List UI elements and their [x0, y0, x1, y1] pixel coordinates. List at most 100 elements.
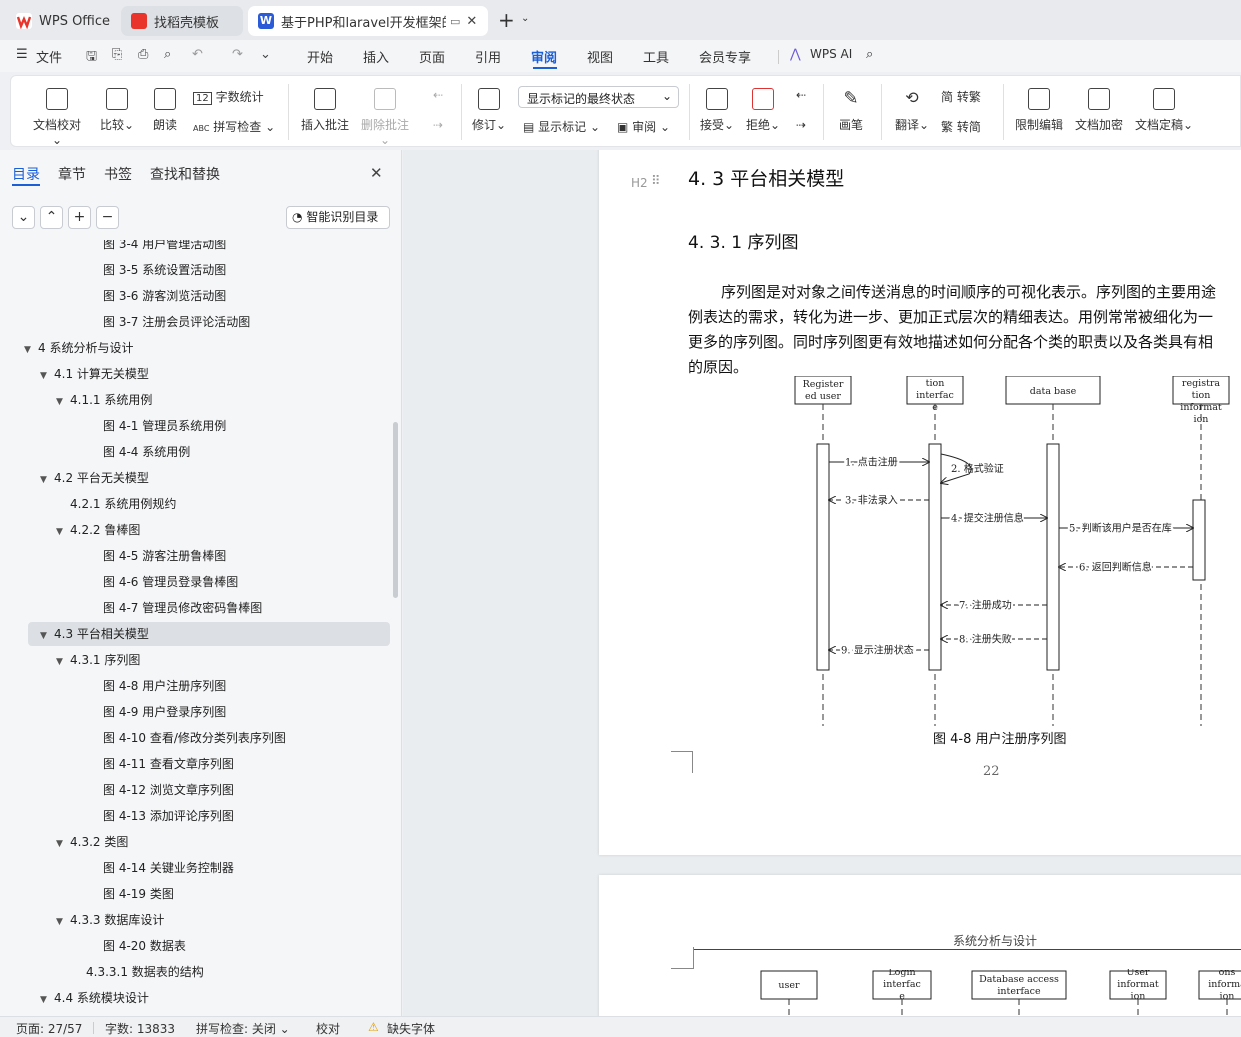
tab-toc[interactable]: 目录	[12, 164, 40, 184]
revise-button[interactable]: 修订⌄	[469, 88, 509, 133]
tab-find-replace[interactable]: 查找和替换	[150, 164, 220, 184]
remove-level-icon[interactable]: −	[96, 206, 119, 229]
finalize-button[interactable]: 文档定稿⌄	[1133, 88, 1195, 133]
toc-item[interactable]: 图 4-10 查看/修改分类列表序列图	[103, 726, 286, 750]
print-icon[interactable]: ⎙	[138, 47, 148, 62]
tab-list-chevron-icon[interactable]: ⌄	[521, 13, 529, 24]
toc-item[interactable]: 图 4-14 关键业务控制器	[103, 856, 234, 880]
tab-docer-templates[interactable]: 找稻壳模板	[121, 6, 243, 36]
toc-item[interactable]: 图 4-12 浏览文章序列图	[103, 778, 234, 802]
prev-comment-icon[interactable]: ⇠	[426, 88, 450, 102]
word-count-button[interactable]: 12 字数统计	[193, 88, 265, 105]
smart-toc-button[interactable]: ◔ 智能识别目录	[286, 206, 390, 229]
toc-item[interactable]: 图 4-19 类图	[103, 882, 174, 906]
menu-icon[interactable]: ☰	[16, 47, 28, 62]
collapse-up-icon[interactable]: ⌃	[40, 206, 63, 229]
toc-item[interactable]: 图 4-13 添加评论序列图	[103, 804, 234, 828]
toc-item[interactable]: 图 4-8 用户注册序列图	[103, 674, 226, 698]
search-icon[interactable]: ⌕	[866, 47, 873, 62]
pen-button[interactable]: ✎ 画笔	[835, 88, 867, 133]
tab-wps-office[interactable]: WPS Office	[6, 6, 116, 36]
toc-item[interactable]: 图 4-20 数据表	[103, 934, 186, 958]
save-icon[interactable]: 🖫	[86, 47, 97, 69]
more-chevron-icon[interactable]: ⌄	[260, 47, 271, 62]
print-preview-icon[interactable]: ⌕	[164, 47, 171, 62]
expand-arrow-icon[interactable]: ▼	[40, 624, 54, 648]
toc-item[interactable]: ▼ 4.1 计算无关模型	[40, 362, 149, 386]
menu-page[interactable]: 页面	[419, 47, 445, 66]
spell-check-button[interactable]: ABC 拼写检查 ⌄	[193, 118, 277, 135]
prev-change-icon[interactable]: ⇠	[789, 88, 813, 102]
window-icon[interactable]: ▭	[450, 15, 460, 28]
redo-icon[interactable]: ↷	[232, 47, 243, 62]
expand-arrow-icon[interactable]: ▼	[24, 338, 38, 362]
expand-arrow-icon[interactable]: ▼	[40, 468, 54, 492]
toc-item[interactable]: ▼ 4.3.3 数据库设计	[56, 908, 164, 932]
tab-document[interactable]: W 基于PHP和laravel开发框架的( ▭ ✕	[248, 6, 488, 36]
toc-item[interactable]: ▼ 4.2 平台无关模型	[40, 466, 149, 490]
toc-item[interactable]: ▼ 4.3.1 序列图	[56, 648, 140, 672]
menu-insert[interactable]: 插入	[363, 47, 389, 66]
toc-item[interactable]: 图 4-7 管理员修改密码鲁棒图	[103, 596, 262, 620]
toc-item[interactable]: 图 3-7 注册会员评论活动图	[103, 310, 250, 334]
review-pane-button[interactable]: ▣ 审阅 ⌄	[617, 118, 679, 135]
expand-arrow-icon[interactable]: ▼	[40, 988, 54, 1012]
close-tab-icon[interactable]: ✕	[466, 14, 477, 29]
page-indicator[interactable]: 页面: 27/57	[16, 1020, 82, 1037]
expand-arrow-icon[interactable]: ▼	[56, 520, 70, 544]
toc-item[interactable]: 图 3-6 游客浏览活动图	[103, 284, 226, 308]
show-markup-button[interactable]: ▤ 显示标记 ⌄	[523, 118, 605, 135]
proofread-indicator[interactable]: 校对	[316, 1020, 340, 1037]
toc-item[interactable]: 图 4-4 系统用例	[103, 440, 190, 464]
next-comment-icon[interactable]: ⇢	[426, 118, 450, 132]
toc-item[interactable]: 图 4-1 管理员系统用例	[103, 414, 226, 438]
expand-down-icon[interactable]: ⌄	[12, 206, 35, 229]
add-level-icon[interactable]: +	[68, 206, 91, 229]
toc-item[interactable]: ▼ 4.3 平台相关模型	[28, 622, 390, 646]
share-icon[interactable]: ⎘	[112, 47, 122, 62]
undo-icon[interactable]: ↶	[192, 47, 203, 62]
drag-handle-icon[interactable]: ⠿	[651, 174, 661, 189]
expand-arrow-icon[interactable]: ▼	[56, 650, 70, 674]
close-pane-icon[interactable]: ✕	[370, 164, 383, 182]
compare-button[interactable]: 比较⌄	[97, 88, 137, 133]
menu-review[interactable]: 审阅	[531, 47, 557, 66]
toc-item[interactable]: 图 4-9 用户登录序列图	[103, 700, 226, 724]
menu-tools[interactable]: 工具	[643, 47, 669, 66]
toc-item[interactable]: ▼ 4.3.2 类图	[56, 830, 128, 854]
expand-arrow-icon[interactable]: ▼	[56, 832, 70, 856]
wps-ai-icon[interactable]: ⋀	[790, 47, 801, 62]
toc-item[interactable]: 图 3-5 系统设置活动图	[103, 258, 226, 282]
to-simplified-button[interactable]: 繁 转简	[941, 118, 991, 135]
to-traditional-button[interactable]: 简 转繁	[941, 88, 991, 105]
toc-item[interactable]: ▼ 4 系统分析与设计	[24, 336, 133, 360]
tab-bookmarks[interactable]: 书签	[104, 164, 132, 184]
toc-item[interactable]: 图 4-5 游客注册鲁棒图	[103, 544, 226, 568]
accept-button[interactable]: 接受⌄	[699, 88, 735, 133]
toc-item[interactable]: 4.2.1 系统用例规约	[70, 492, 176, 516]
expand-arrow-icon[interactable]: ▼	[40, 364, 54, 388]
new-tab-icon[interactable]: +	[498, 8, 515, 32]
expand-arrow-icon[interactable]: ▼	[56, 910, 70, 934]
toc-item[interactable]: 图 3-4 用户管理活动图	[103, 240, 226, 256]
doc-check-button[interactable]: 文档校对 ⌄	[29, 88, 85, 147]
spell-check-indicator[interactable]: 拼写检查: 关闭 ⌄	[196, 1020, 290, 1037]
delete-comment-button[interactable]: 删除批注⌄	[359, 88, 411, 147]
translate-button[interactable]: ⟲ 翻译⌄	[893, 88, 931, 133]
toc-item[interactable]: 4.3.3.1 数据表的结构	[86, 960, 204, 984]
expand-arrow-icon[interactable]: ▼	[56, 390, 70, 414]
read-aloud-button[interactable]: 朗读	[149, 88, 181, 133]
encrypt-button[interactable]: 文档加密	[1073, 88, 1125, 133]
toc-item[interactable]: 图 4-11 查看文章序列图	[103, 752, 234, 776]
menu-home[interactable]: 开始	[307, 47, 333, 66]
menu-references[interactable]: 引用	[475, 47, 501, 66]
restrict-edit-button[interactable]: 限制编辑	[1013, 88, 1065, 133]
menu-view[interactable]: 视图	[587, 47, 613, 66]
reject-button[interactable]: 拒绝⌄	[745, 88, 781, 133]
toc-item[interactable]: ▼ 4.1.1 系统用例	[56, 388, 152, 412]
next-change-icon[interactable]: ⇢	[789, 118, 813, 132]
toc-item[interactable]: ▼ 4.4 系统模块设计	[40, 986, 149, 1010]
insert-comment-button[interactable]: 插入批注	[299, 88, 351, 133]
markup-state-select[interactable]: 显示标记的最终状态 ⌄	[518, 86, 679, 108]
toc-item[interactable]: 图 4-6 管理员登录鲁棒图	[103, 570, 238, 594]
